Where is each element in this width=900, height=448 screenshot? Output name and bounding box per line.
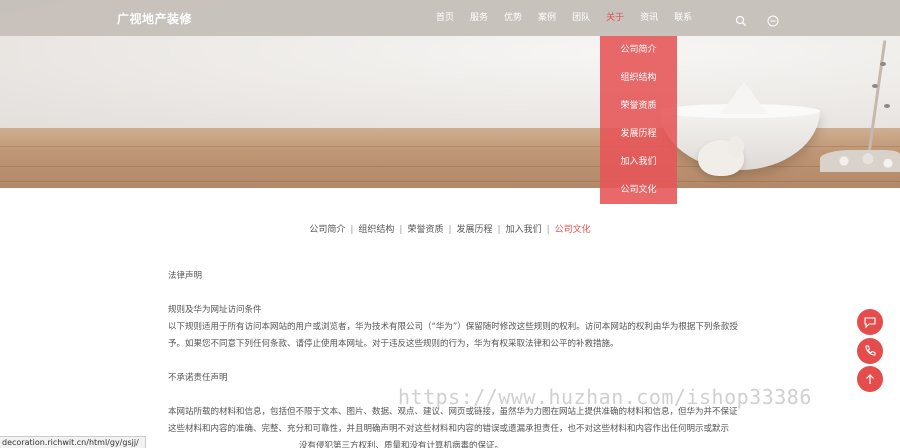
subnav-separator: | xyxy=(350,225,354,235)
subnav-separator: | xyxy=(448,225,452,235)
arrow-up-icon xyxy=(866,374,874,384)
nav-item-cases[interactable]: 案例 xyxy=(530,0,564,36)
nav-item-about[interactable]: 关于 xyxy=(598,0,632,36)
phone-button[interactable] xyxy=(857,338,883,364)
nav-item-team[interactable]: 团队 xyxy=(564,0,598,36)
nav-item-news[interactable]: 资讯 xyxy=(632,0,666,36)
dropdown-item-culture[interactable]: 公司文化 xyxy=(600,176,677,204)
sub-navigation: 公司简介 | 组织结构 | 荣誉资质 | 发展历程 | 加入我们 | 公司文化 xyxy=(0,222,900,235)
article-content: 法律声明 规则及华为网址访问条件 以下规则适用于所有访问本网站的用户或浏览者，华… xyxy=(168,268,758,448)
chat-button[interactable] xyxy=(857,309,883,335)
phone-icon xyxy=(865,345,876,356)
hero-leaf xyxy=(880,62,886,66)
main-nav: 首页 服务 优势 案例 团队 关于 资讯 联系 xyxy=(428,0,700,36)
subnav-item-history[interactable]: 发展历程 xyxy=(457,225,493,235)
nav-item-advantages[interactable]: 优势 xyxy=(496,0,530,36)
paragraph-line: 没有侵犯第三方权利、质量和没有计算机病毒的保证。 xyxy=(299,441,504,448)
search-icon[interactable] xyxy=(735,12,747,27)
subnav-item-organization[interactable]: 组织结构 xyxy=(358,225,394,235)
subnav-separator: | xyxy=(497,225,501,235)
subnav-item-company-profile[interactable]: 公司简介 xyxy=(309,225,345,235)
subnav-separator: | xyxy=(399,225,403,235)
dropdown-item-honors[interactable]: 荣誉资质 xyxy=(600,92,677,120)
subnav-item-join-us[interactable]: 加入我们 xyxy=(506,225,542,235)
hero-leaf xyxy=(872,84,878,88)
dropdown-item-company-profile[interactable]: 公司简介 xyxy=(600,36,677,64)
nav-item-home[interactable]: 首页 xyxy=(428,0,462,36)
chat-icon xyxy=(864,317,876,329)
hero-cone xyxy=(720,82,768,114)
nav-item-contact[interactable]: 联系 xyxy=(666,0,700,36)
site-header: 广视地产装修 首页 服务 优势 案例 团队 关于 资讯 联系 xyxy=(0,0,900,36)
hero-stones xyxy=(820,150,900,172)
section-title: 规则及华为网址访问条件 xyxy=(168,305,262,315)
dropdown-item-join-us[interactable]: 加入我们 xyxy=(600,148,677,176)
site-logo[interactable]: 广视地产装修 xyxy=(117,10,192,27)
back-to-top-button[interactable] xyxy=(857,366,883,392)
paragraph-line: 以下规则适用于所有访问本网站的用户或浏览者，华为技术有限公司（“华为”）保留随时… xyxy=(168,322,738,332)
subnav-item-honors[interactable]: 荣誉资质 xyxy=(407,225,443,235)
user-icon[interactable] xyxy=(767,12,779,27)
subnav-item-culture[interactable]: 公司文化 xyxy=(555,225,591,235)
dropdown-item-organization[interactable]: 组织结构 xyxy=(600,64,677,92)
browser-status-url: decoration.richwit.cn/html/gy/gsjj/ xyxy=(0,436,146,448)
about-dropdown-menu: 公司简介 组织结构 荣誉资质 发展历程 加入我们 公司文化 xyxy=(600,36,677,204)
dropdown-item-history[interactable]: 发展历程 xyxy=(600,120,677,148)
paragraph-line: 予。如果您不同意下列任何条款、请停止使用本网址。对于违反这些规则的行为，华为有权… xyxy=(168,339,619,349)
subnav-separator: | xyxy=(546,225,550,235)
hero-plank-line xyxy=(0,181,900,182)
hero-duck-head xyxy=(728,136,744,158)
hero-leaf xyxy=(884,104,890,108)
watermark: https://www.huzhan.com/ishop33386 xyxy=(398,385,812,409)
nav-item-services[interactable]: 服务 xyxy=(462,0,496,36)
paragraph-line: 这些材料和内容的准确、完整、充分和可靠性，并且明确声明不对这些材料和内容的错误或… xyxy=(168,424,730,434)
article-heading: 法律声明 xyxy=(168,271,203,281)
